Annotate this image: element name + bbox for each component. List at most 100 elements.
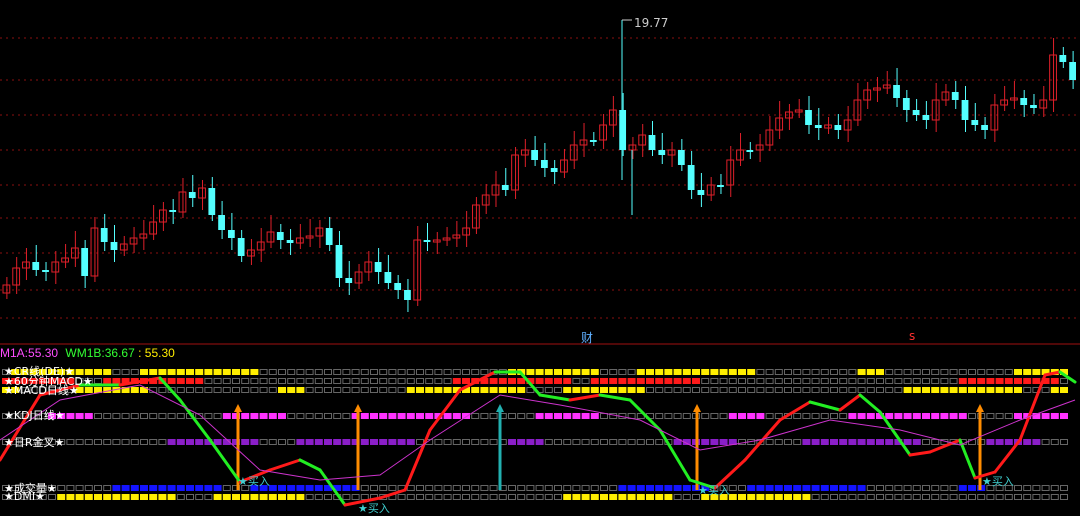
- candle-body: [736, 149, 744, 161]
- buy-signal[interactable]: ★买入: [238, 473, 270, 489]
- signal-cell: [195, 369, 204, 375]
- signal-cell: [268, 378, 277, 384]
- signal-cell: [1050, 439, 1059, 445]
- signal-cell: [692, 369, 700, 375]
- signal-cell: [857, 369, 866, 375]
- signal-cell: [876, 369, 884, 375]
- signal-cell: [213, 369, 222, 375]
- buy-signal-text: 买入: [707, 484, 730, 497]
- buy-signal-text: 买入: [991, 475, 1014, 488]
- signal-cell: [1060, 387, 1068, 393]
- signal-cell: [1014, 378, 1022, 384]
- signal-cell: [397, 369, 406, 375]
- signal-cell: [885, 485, 894, 491]
- signal-cell: [774, 387, 783, 393]
- signal-cell: [75, 494, 84, 500]
- signal-cell: [554, 494, 562, 500]
- signal-cell: [646, 439, 654, 445]
- candle-body: [432, 239, 441, 243]
- signal-cell: [544, 413, 553, 419]
- signal-cell: [572, 387, 581, 393]
- signal-cell: [894, 387, 903, 393]
- signal-cell: [498, 494, 507, 500]
- signal-cell: [986, 378, 995, 384]
- signal-cell: [1014, 413, 1022, 419]
- signal-cell: [425, 413, 434, 419]
- signal-cell: [848, 439, 857, 445]
- candle-body: [404, 290, 411, 300]
- event-marker-s[interactable]: s: [909, 329, 915, 343]
- signal-cell: [416, 369, 424, 375]
- signal-cell: [452, 494, 461, 500]
- signal-cell: [296, 387, 305, 393]
- signal-cell: [241, 494, 250, 500]
- signal-cell: [793, 439, 802, 445]
- signal-cell: [305, 369, 314, 375]
- candle-body: [100, 228, 108, 242]
- finance-event-marker[interactable]: 财: [581, 329, 593, 346]
- signal-cell: [572, 485, 581, 491]
- signal-cell: [324, 387, 332, 393]
- signal-cell: [370, 369, 378, 375]
- signal-cell: [314, 387, 323, 393]
- signal-cell: [130, 369, 139, 375]
- signal-cell: [857, 494, 866, 500]
- stock-chart[interactable]: [0, 0, 1080, 514]
- signal-cell: [600, 369, 608, 375]
- signal-cell: [388, 439, 397, 445]
- signal-cell: [416, 387, 424, 393]
- signal-cell: [949, 485, 958, 491]
- signal-cell: [802, 439, 811, 445]
- signal-cell: [379, 439, 388, 445]
- signal-cell: [204, 387, 213, 393]
- signal-arrow-head: [354, 404, 362, 412]
- signal-cell: [305, 387, 314, 393]
- signal-cell: [112, 494, 121, 500]
- signal-cell: [232, 387, 240, 393]
- signal-cell: [222, 494, 231, 500]
- buy-signal-text: 买入: [367, 502, 390, 515]
- signal-cell: [793, 378, 802, 384]
- signal-cell: [922, 387, 930, 393]
- candle-body: [188, 192, 196, 198]
- signal-cell: [995, 439, 1004, 445]
- signal-cell: [489, 439, 498, 445]
- signal-cell: [857, 485, 866, 491]
- oscillator-line-segment: [1018, 373, 1047, 442]
- signal-cell: [876, 494, 884, 500]
- buy-signal[interactable]: ★买入: [982, 473, 1014, 489]
- signal-cell: [590, 413, 599, 419]
- signal-cell: [112, 485, 121, 491]
- signal-cell: [158, 439, 167, 445]
- signal-cell: [425, 494, 434, 500]
- candle-body: [129, 237, 138, 245]
- signal-cell: [977, 387, 986, 393]
- signal-cell: [112, 413, 121, 419]
- signal-cell: [416, 439, 424, 445]
- signal-cell: [130, 485, 139, 491]
- signal-cell: [636, 494, 645, 500]
- signal-cell: [434, 494, 443, 500]
- signal-cell: [167, 485, 176, 491]
- candle-body: [208, 188, 216, 215]
- signal-cell: [627, 494, 636, 500]
- signal-cell: [600, 494, 608, 500]
- signal-cell: [370, 387, 378, 393]
- signal-cell: [1041, 387, 1050, 393]
- signal-cell: [241, 369, 250, 375]
- signal-cell: [1023, 485, 1032, 491]
- signal-cell: [84, 413, 93, 419]
- buy-signal[interactable]: ★买入: [698, 482, 730, 498]
- signal-cell: [324, 378, 332, 384]
- signal-cell: [158, 387, 167, 393]
- signal-cell: [609, 494, 618, 500]
- signal-cell: [462, 378, 470, 384]
- signal-cell: [682, 387, 691, 393]
- signal-cell: [66, 439, 75, 445]
- candle-body: [218, 215, 225, 230]
- signal-cell: [535, 378, 544, 384]
- signal-cell: [802, 378, 811, 384]
- signal-cell: [802, 387, 811, 393]
- candle-body: [951, 92, 959, 100]
- signal-cell: [839, 413, 848, 419]
